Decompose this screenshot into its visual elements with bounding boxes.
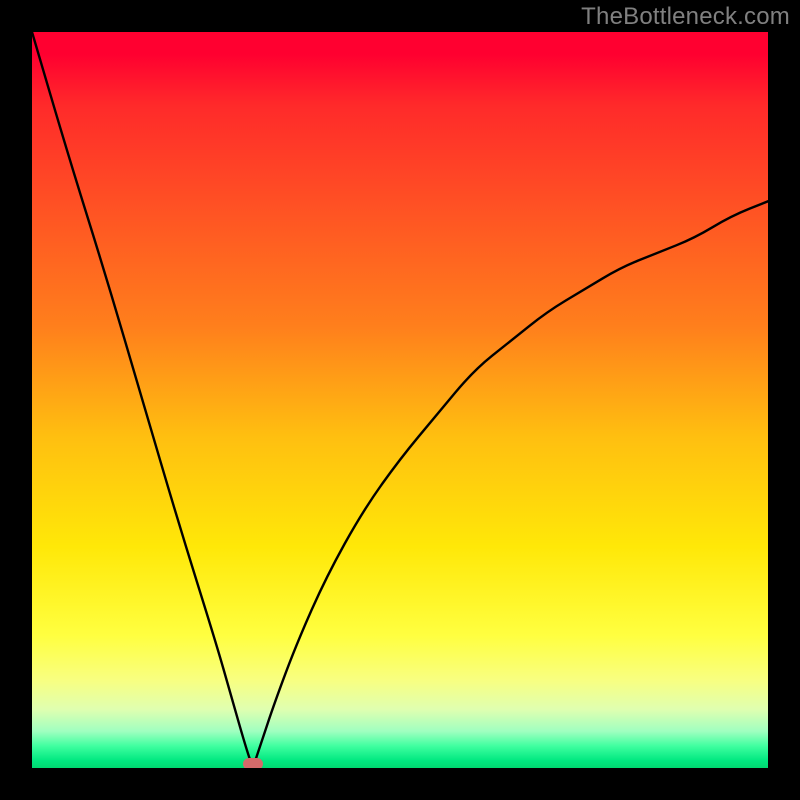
- watermark-text: TheBottleneck.com: [581, 3, 790, 31]
- bottleneck-curve: [32, 32, 768, 768]
- minimum-marker: [243, 758, 263, 768]
- plot-area: [32, 32, 768, 768]
- chart-frame: TheBottleneck.com: [0, 0, 800, 800]
